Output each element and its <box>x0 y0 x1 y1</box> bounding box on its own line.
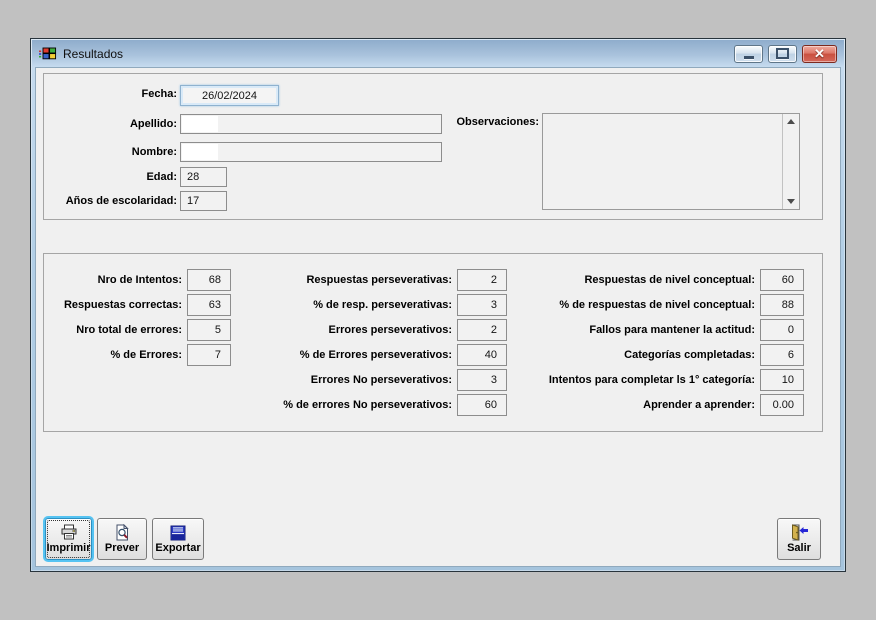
edad-field[interactable]: 28 <box>180 167 227 187</box>
titlebar[interactable]: Resultados ✕ <box>32 40 844 67</box>
close-button[interactable]: ✕ <box>802 44 837 63</box>
escolaridad-label: Años de escolaridad: <box>65 195 177 207</box>
scroll-up-button[interactable] <box>783 114 799 129</box>
minimize-icon <box>743 55 754 59</box>
result-row: Respuestas perseverativas: 2 <box>224 269 507 291</box>
save-floppy-icon <box>170 525 186 541</box>
redaction-patch <box>182 116 218 132</box>
result-row: Respuestas correctas: 63 <box>52 294 231 316</box>
result-label: % de resp. perseverativas: <box>313 299 452 311</box>
result-label: Intentos para completar ls 1° categoría: <box>548 374 755 386</box>
fecha-value: 26/02/2024 <box>201 89 258 102</box>
result-label: Errores perseverativos: <box>328 324 452 336</box>
imprimir-label: Imprimir <box>46 542 91 554</box>
maximize-button[interactable] <box>768 44 797 63</box>
exportar-button[interactable]: Exportar <box>152 518 204 560</box>
result-value-field[interactable]: 40 <box>457 344 507 366</box>
result-value-field[interactable]: 6 <box>760 344 804 366</box>
printer-icon <box>60 524 78 541</box>
result-label: Aprender a aprender: <box>643 399 755 411</box>
patient-groupbox: Fecha: 26/02/2024 Apellido: Nombre: Edad… <box>43 73 823 220</box>
result-value-field[interactable]: 2 <box>457 319 507 341</box>
results-groupbox: Nro de Intentos: 68 Respuestas correctas: 6… <box>43 253 823 432</box>
result-row: Aprender a aprender: 0.00 <box>512 394 804 416</box>
arrow-down-icon <box>787 199 795 204</box>
scroll-down-button[interactable] <box>783 194 799 209</box>
result-value-field[interactable]: 10 <box>760 369 804 391</box>
escolaridad-field[interactable]: 17 <box>180 191 227 211</box>
imprimir-button[interactable]: Imprimir <box>45 518 92 560</box>
result-row: % de Errores: 7 <box>52 344 231 366</box>
result-row: % de respuestas de nivel conceptual: 88 <box>512 294 804 316</box>
window-title: Resultados <box>63 46 124 61</box>
observaciones-label: Observaciones: <box>456 116 539 128</box>
edad-value: 28 <box>187 171 200 183</box>
result-value-field[interactable]: 2 <box>457 269 507 291</box>
result-label: Respuestas correctas: <box>63 299 182 311</box>
salir-button[interactable]: Salir <box>777 518 821 560</box>
result-label: % de respuestas de nivel conceptual: <box>559 299 755 311</box>
result-row: % de Errores perseverativos: 40 <box>224 344 507 366</box>
observaciones-scrollbar[interactable] <box>782 114 799 209</box>
result-row: Fallos para mantener la actitud: 0 <box>512 319 804 341</box>
result-row: Respuestas de nivel conceptual: 60 <box>512 269 804 291</box>
salir-label: Salir <box>787 542 811 554</box>
result-row: Nro de Intentos: 68 <box>52 269 231 291</box>
result-row: % de resp. perseverativas: 3 <box>224 294 507 316</box>
prever-button[interactable]: Prever <box>97 518 147 560</box>
result-label: Respuestas de nivel conceptual: <box>584 274 755 286</box>
result-label: % de Errores perseverativos: <box>299 349 452 361</box>
redaction-patch <box>182 144 218 160</box>
exit-door-icon <box>789 524 809 541</box>
observaciones-textarea[interactable] <box>542 113 800 210</box>
result-label: Categorías completadas: <box>624 349 755 361</box>
result-value-field[interactable]: 60 <box>760 269 804 291</box>
close-icon: ✕ <box>814 46 825 61</box>
result-row: Nro total de errores: 5 <box>52 319 231 341</box>
results-column-2: Respuestas perseverativas: 2 % de resp. pe… <box>224 269 507 419</box>
result-label: Nro de Intentos: <box>97 274 182 286</box>
result-label: Fallos para mantener la actitud: <box>589 324 755 336</box>
result-label: % de errores No perseverativos: <box>283 399 452 411</box>
client-area: Fecha: 26/02/2024 Apellido: Nombre: Edad… <box>35 67 841 567</box>
result-value-field[interactable]: 0.00 <box>760 394 804 416</box>
result-row: Errores No perseverativos: 3 <box>224 369 507 391</box>
print-preview-icon <box>114 524 130 541</box>
apellido-label: Apellido: <box>129 118 177 130</box>
prever-label: Prever <box>104 542 140 554</box>
result-row: Errores perseverativos: 2 <box>224 319 507 341</box>
result-row: Categorías completadas: 6 <box>512 344 804 366</box>
result-value-field[interactable]: 60 <box>457 394 507 416</box>
result-label: % de Errores: <box>110 349 182 361</box>
arrow-up-icon <box>787 119 795 124</box>
results-column-1: Nro de Intentos: 68 Respuestas correctas: 6… <box>52 269 231 369</box>
result-label: Nro total de errores: <box>76 324 182 336</box>
escolaridad-value: 17 <box>187 195 200 207</box>
edad-label: Edad: <box>146 171 177 183</box>
nombre-label: Nombre: <box>131 146 177 158</box>
result-value-field[interactable]: 88 <box>760 294 804 316</box>
result-row: % de errores No perseverativos: 60 <box>224 394 507 416</box>
nombre-field[interactable] <box>180 142 442 162</box>
fecha-label: Fecha: <box>141 88 177 100</box>
windows-logo-icon <box>39 47 57 61</box>
result-value-field[interactable]: 3 <box>457 369 507 391</box>
result-label: Errores No perseverativos: <box>310 374 452 386</box>
result-row: Intentos para completar ls 1° categoría:… <box>512 369 804 391</box>
result-value-field[interactable]: 0 <box>760 319 804 341</box>
results-column-3: Respuestas de nivel conceptual: 60% de re… <box>512 269 804 419</box>
result-value-field[interactable]: 3 <box>457 294 507 316</box>
maximize-icon <box>776 48 789 59</box>
exportar-label: Exportar <box>155 541 201 554</box>
resultados-window: Resultados ✕ Fecha: 26/02/2024 Apellido:… <box>30 38 846 572</box>
minimize-button[interactable] <box>734 44 763 63</box>
fecha-field[interactable]: 26/02/2024 <box>180 85 279 106</box>
result-label: Respuestas perseverativas: <box>306 274 452 286</box>
